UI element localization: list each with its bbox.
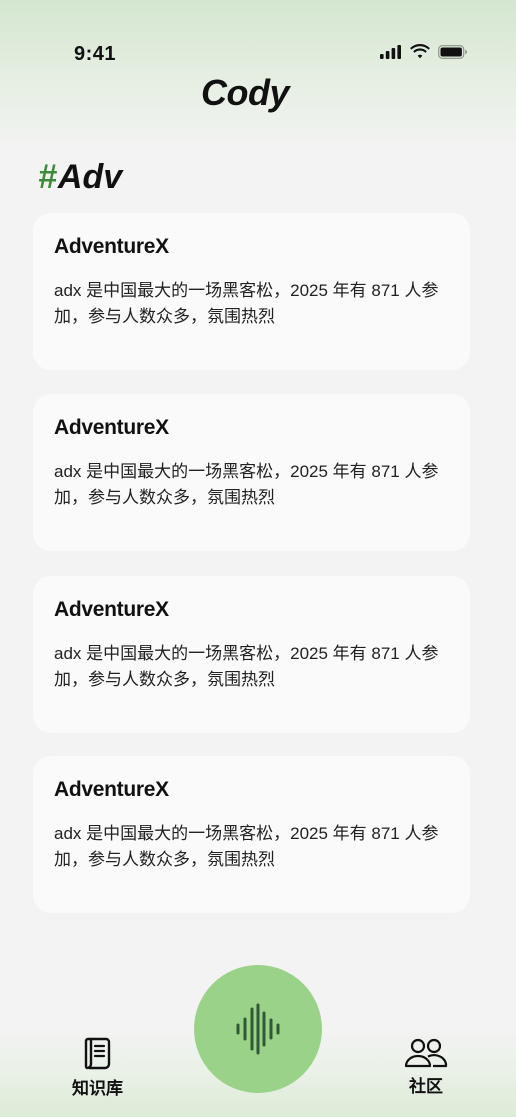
nav-item-knowledge-base[interactable]: 知识库 xyxy=(72,1036,123,1099)
hashtag-symbol: # xyxy=(38,158,57,196)
card-title: AdventureX xyxy=(54,778,169,801)
nav-label-knowledge-base: 知识库 xyxy=(72,1079,123,1098)
section-title-text: Adv xyxy=(57,158,123,196)
wifi-icon xyxy=(410,44,430,59)
nav-item-community[interactable]: 社区 xyxy=(404,1038,448,1097)
list-item-card[interactable]: AdventureX adx 是中国最大的一场黑客松，2025 年有 871 人… xyxy=(33,756,470,913)
status-icons xyxy=(380,44,468,59)
card-title: AdventureX xyxy=(54,235,169,258)
voice-record-button[interactable] xyxy=(194,965,322,1093)
list-item-card[interactable]: AdventureX adx 是中国最大的一场黑客松，2025 年有 871 人… xyxy=(33,213,470,370)
people-icon xyxy=(404,1038,448,1068)
card-description: adx 是中国最大的一场黑客松，2025 年有 871 人参加，参与人数众多，氛… xyxy=(54,462,439,507)
card-description: adx 是中国最大的一场黑客松，2025 年有 871 人参加，参与人数众多，氛… xyxy=(54,824,439,869)
section-title: # Adv xyxy=(38,158,122,197)
card-title: AdventureX xyxy=(54,416,169,439)
signal-icon xyxy=(380,44,401,59)
list-item-card[interactable]: AdventureX adx 是中国最大的一场黑客松，2025 年有 871 人… xyxy=(33,576,470,733)
voice-waveform-icon xyxy=(236,1003,280,1055)
card-description: adx 是中国最大的一场黑客松，2025 年有 871 人参加，参与人数众多，氛… xyxy=(54,281,439,326)
battery-icon xyxy=(438,44,467,59)
document-icon xyxy=(84,1037,110,1070)
nav-label-community: 社区 xyxy=(409,1077,443,1096)
card-title: AdventureX xyxy=(54,598,169,621)
status-time: 9:41 xyxy=(74,43,117,65)
card-description: adx 是中国最大的一场黑客松，2025 年有 871 人参加，参与人数众多，氛… xyxy=(54,644,439,689)
list-item-card[interactable]: AdventureX adx 是中国最大的一场黑客松，2025 年有 871 人… xyxy=(33,394,470,551)
app-title: Cody xyxy=(201,72,290,113)
